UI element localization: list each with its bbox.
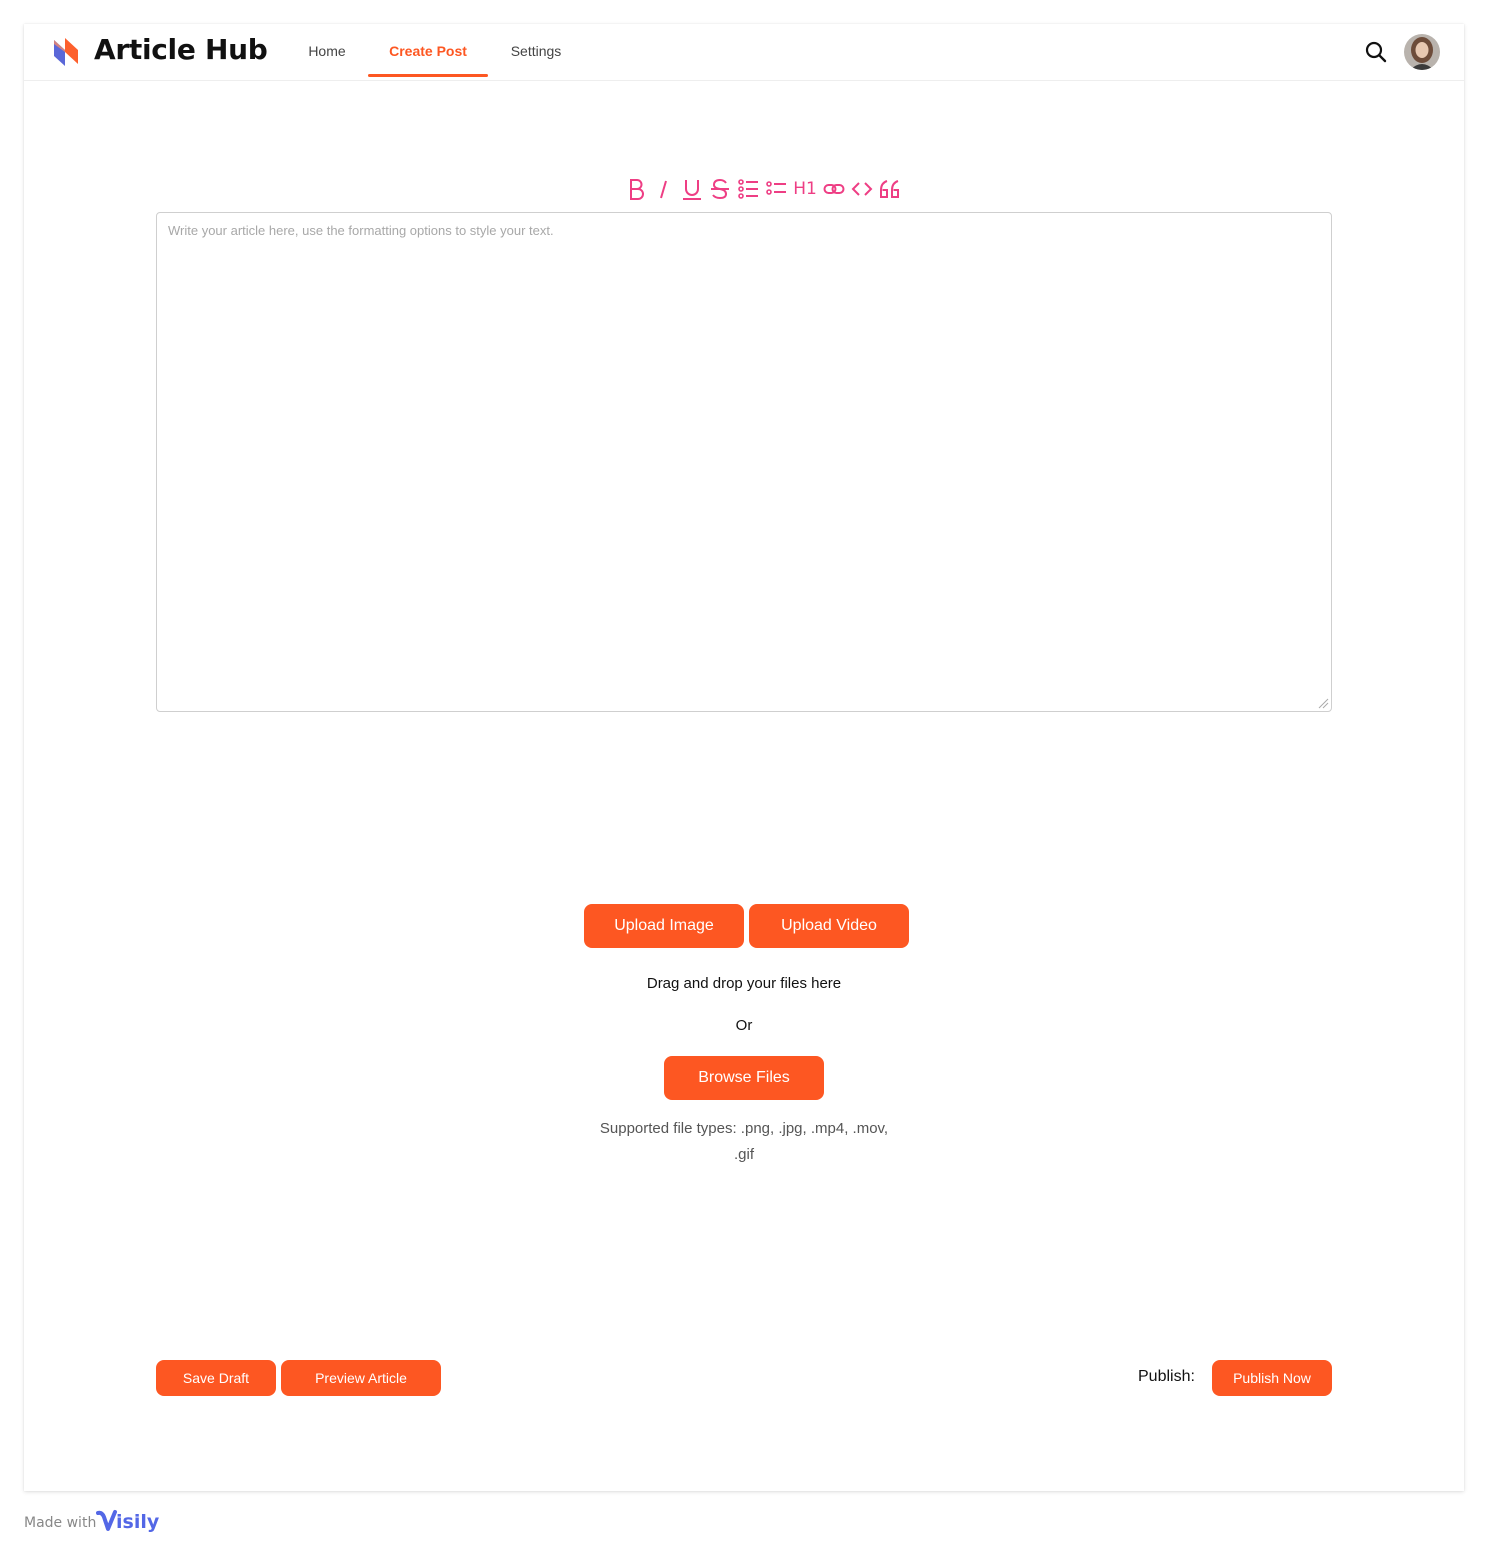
publish-label: Publish: bbox=[1138, 1368, 1195, 1385]
supported-file-types: Supported file types: .png, .jpg, .mp4, … bbox=[584, 1116, 904, 1168]
quote-icon[interactable] bbox=[876, 175, 904, 203]
italic-icon[interactable] bbox=[648, 175, 678, 203]
supported-file-types-line: Supported file types: .png, .jpg, .mp4, … bbox=[599, 1120, 889, 1137]
search-icon[interactable] bbox=[1364, 40, 1388, 64]
code-icon[interactable] bbox=[848, 175, 876, 203]
supported-file-types-line: .gif bbox=[733, 1146, 754, 1163]
article-editor[interactable]: Write your article here, use the formatt… bbox=[156, 212, 1332, 712]
editor-placeholder: Write your article here, use the formatt… bbox=[168, 223, 554, 238]
link-icon[interactable] bbox=[820, 175, 848, 203]
underline-icon[interactable] bbox=[678, 175, 706, 203]
save-draft-button[interactable]: Save Draft bbox=[156, 1360, 276, 1396]
user-avatar[interactable] bbox=[1404, 34, 1440, 70]
bold-icon[interactable] bbox=[624, 175, 648, 203]
navbar: Article Hub Home Create Post Settings bbox=[24, 24, 1464, 81]
resize-handle-icon[interactable] bbox=[1317, 697, 1329, 709]
nav-create-post[interactable]: Create Post bbox=[368, 24, 488, 78]
nav-active-indicator bbox=[368, 74, 488, 77]
publish-now-button[interactable]: Publish Now bbox=[1212, 1360, 1332, 1396]
visily-brand-text: isily bbox=[116, 1511, 160, 1533]
nav-settings[interactable]: Settings bbox=[498, 24, 574, 78]
main-card: Article Hub Home Create Post Settings H1… bbox=[24, 24, 1464, 1491]
made-with-text: Made with bbox=[24, 1515, 97, 1531]
browse-files-button[interactable]: Browse Files bbox=[664, 1056, 824, 1100]
heading-icon[interactable]: H1 bbox=[790, 175, 820, 203]
bullet-list-icon[interactable] bbox=[734, 175, 762, 203]
preview-article-button[interactable]: Preview Article bbox=[281, 1360, 441, 1396]
upload-image-button[interactable]: Upload Image bbox=[584, 904, 744, 948]
logo-icon bbox=[54, 38, 78, 66]
bullet-list-alt-icon[interactable] bbox=[762, 175, 790, 203]
strikethrough-icon[interactable] bbox=[706, 175, 734, 203]
formatting-toolbar: H1 bbox=[624, 174, 904, 204]
drag-drop-text: Drag and drop your files here bbox=[646, 975, 842, 992]
or-text: Or bbox=[735, 1017, 753, 1034]
nav-home[interactable]: Home bbox=[292, 24, 362, 78]
app-title: Article Hub bbox=[94, 33, 268, 66]
upload-video-button[interactable]: Upload Video bbox=[749, 904, 909, 948]
visily-logo[interactable]: isily bbox=[96, 1505, 159, 1535]
